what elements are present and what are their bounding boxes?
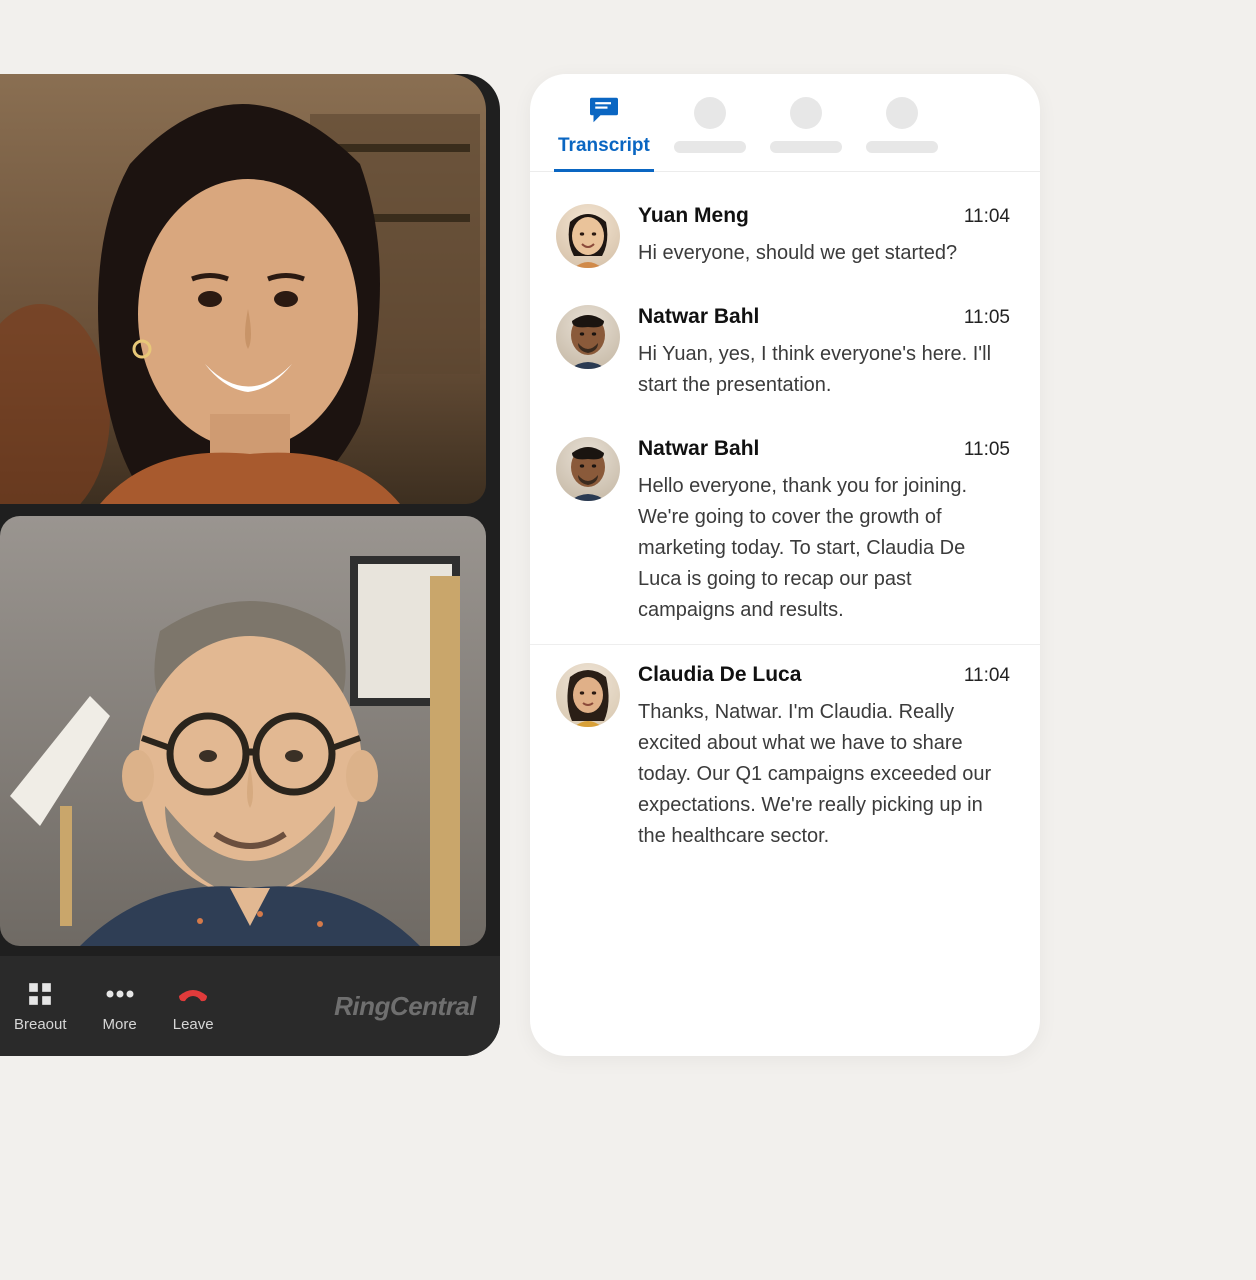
more-button[interactable]: More [103, 980, 137, 1033]
grid-icon [27, 980, 53, 1008]
speaker-name: Claudia De Luca [638, 663, 801, 687]
call-toolbar: Breaout More Leave RingCentral [0, 956, 500, 1056]
hangup-icon [176, 980, 210, 1008]
video-tile-participant-2[interactable] [0, 516, 486, 946]
leave-button[interactable]: Leave [173, 980, 214, 1033]
timestamp: 11:04 [964, 665, 1010, 687]
transcript-entry: Yuan Meng 11:04 Hi everyone, should we g… [530, 186, 1040, 287]
breakout-button[interactable]: Breaout [14, 980, 67, 1033]
avatar [556, 663, 620, 727]
tab-placeholder-2[interactable] [770, 97, 842, 171]
chat-icon [586, 96, 622, 129]
timestamp: 11:05 [964, 307, 1010, 329]
avatar [556, 305, 620, 369]
transcript-text: Hi everyone, should we get started? [638, 238, 1010, 269]
timestamp: 11:05 [964, 439, 1010, 461]
speaker-name: Natwar Bahl [638, 305, 759, 329]
brand-logo: RingCentral [334, 991, 476, 1022]
transcript-entry: Natwar Bahl 11:05 Hi Yuan, yes, I think … [530, 287, 1040, 419]
transcript-text: Hi Yuan, yes, I think everyone's here. I… [638, 339, 1010, 401]
transcript-text: Thanks, Natwar. I'm Claudia. Really exci… [638, 697, 1010, 852]
tab-bar: Transcript [530, 74, 1040, 172]
tab-placeholder-3[interactable] [866, 97, 938, 171]
transcript-entries: Yuan Meng 11:04 Hi everyone, should we g… [530, 172, 1040, 1056]
avatar [556, 437, 620, 501]
transcript-text: Hello everyone, thank you for joining. W… [638, 471, 1010, 626]
tab-placeholder-1[interactable] [674, 97, 746, 171]
breakout-label: Breaout [14, 1016, 67, 1033]
tab-transcript-label: Transcript [558, 135, 650, 157]
transcript-entry: Natwar Bahl 11:05 Hello everyone, thank … [530, 419, 1040, 644]
avatar [556, 204, 620, 268]
tab-transcript[interactable]: Transcript [558, 96, 650, 171]
speaker-name: Yuan Meng [638, 204, 749, 228]
transcript-entry: Claudia De Luca 11:04 Thanks, Natwar. I'… [530, 645, 1040, 870]
speaker-name: Natwar Bahl [638, 437, 759, 461]
more-label: More [103, 1016, 137, 1033]
video-call-panel: Breaout More Leave RingCentral [0, 74, 500, 1056]
leave-label: Leave [173, 1016, 214, 1033]
transcript-panel: Transcript Yuan Meng 11:04 Hi everyone, … [530, 74, 1040, 1056]
more-icon [105, 980, 135, 1008]
video-tile-participant-1[interactable] [0, 74, 486, 504]
timestamp: 11:04 [964, 206, 1010, 228]
